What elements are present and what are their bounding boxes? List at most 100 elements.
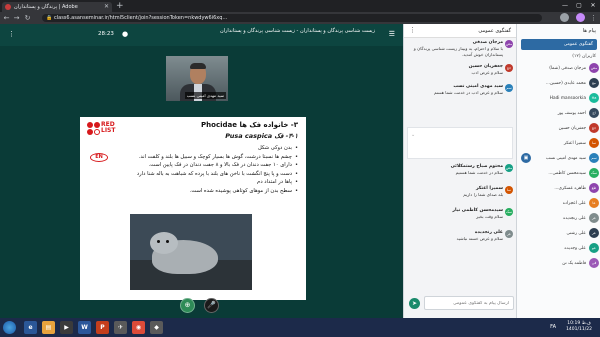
system-clock[interactable]: 10:19 ق.ظ 1401/11/22 [566, 321, 592, 333]
public-chat-button[interactable]: گفتگوی عمومی [521, 39, 597, 50]
send-message-button[interactable]: ➤ [409, 298, 420, 309]
browser-menu-icon[interactable]: ⋮ [589, 13, 598, 23]
user-name: طاهره عسکری... [554, 186, 586, 191]
browser-tab[interactable]: پرندگان و پستانداران | Adobe ✕ [2, 2, 112, 12]
powerpoint-icon[interactable]: P [96, 321, 109, 334]
presentation-slide: RED LIST EN ۳- خانواده فک ها Phocidae ۳-… [80, 117, 306, 300]
reload-icon[interactable]: ↻ [23, 13, 32, 23]
message-author: محتوم صباح رستمکلائی [450, 164, 503, 169]
user-name: Hadi mansoorkia [549, 96, 586, 101]
meeting-timer: 28:23 [98, 31, 114, 37]
site-favicon-icon [5, 4, 11, 10]
presenter-name: سید مهدی امینی نسب [184, 92, 226, 99]
slide-bullet: بدن دوکی شکل [126, 144, 298, 153]
user-list-item[interactable]: فی فاطمه یک تن [521, 257, 599, 271]
message-author: سمیرا اعتکر [475, 186, 503, 191]
message-author: سید مهدی امینی نسب [453, 84, 503, 89]
extension-icon[interactable] [560, 13, 569, 22]
user-name: علی رشتی [566, 231, 587, 236]
message-text: سلام در خدمت شما هستیم [455, 170, 503, 175]
presenter-icon: ▣ [521, 153, 531, 163]
slide-subheading: ۳-۱- فک Pusa caspica [225, 132, 298, 140]
address-bar: ← → ↻ 🔒 class6.asanseminar.ir/html5clien… [0, 12, 600, 24]
users-panel: پیام ها گفتگوی عمومی کاربران (۱۲) مص مرج… [516, 24, 600, 318]
profile-avatar[interactable] [576, 13, 585, 22]
microphone-button[interactable]: 🎤 [204, 298, 219, 313]
presenter-webcam: سید مهدی امینی نسب [166, 56, 228, 101]
chat-message-input[interactable] [424, 296, 514, 310]
meeting-top-bar: ⋮ ● 28:23 زیست شناسی پرندگان و پستاندارا… [0, 24, 403, 46]
chat-attachment-box: ⌄ [407, 127, 513, 159]
user-list-item[interactable]: سم سید مهدی امینی نسب ▣ [521, 152, 599, 166]
options-menu-icon[interactable]: ⋮ [8, 30, 15, 38]
avatar: سک [589, 168, 599, 178]
user-list-item[interactable]: مص مرجان صدقی (شما) [521, 62, 599, 76]
user-name: مرجان صدقی (شما) [549, 66, 586, 71]
avatar: فی [589, 258, 599, 268]
language-indicator[interactable]: FA [550, 324, 556, 330]
scroll-indicator-icon: ⌄ [411, 132, 416, 138]
media-player-icon[interactable]: ▶ [60, 321, 73, 334]
avatar: عو [589, 243, 599, 253]
user-list-item[interactable]: عا علی اعجزاده [521, 197, 599, 211]
user-list-item[interactable]: عر علی رنجدیده [521, 212, 599, 226]
user-list-item[interactable]: عو علی وجدیده [521, 242, 599, 256]
slide-bullet: پاها در امتداد دم [126, 178, 298, 187]
slide-bullet: سطح بدن از موهای کوتاهی پوشیده شده است. [126, 187, 298, 196]
internet-explorer-icon[interactable]: e [24, 321, 37, 334]
users-count: کاربران (۱۲) [572, 54, 596, 59]
slide-bullet: دارای ۱۰ جفت دندان در فک بالا و ۸ جفت دن… [126, 161, 298, 170]
users-toggle-icon[interactable]: ☰ [389, 30, 395, 38]
chrome-icon[interactable]: ◉ [132, 321, 145, 334]
avatar: Ha [589, 93, 599, 103]
back-icon[interactable]: ← [2, 13, 11, 23]
message-author: مرجان صدقی [472, 40, 503, 45]
user-list-item[interactable]: جح جعفریان حسین [521, 122, 599, 136]
user-list-item[interactable]: Ha Hadi mansoorkia [521, 92, 599, 106]
user-list-item[interactable]: طع طاهره عسکری... [521, 182, 599, 196]
user-name: سمیرا اعتکر [563, 141, 586, 146]
avatar: مص [589, 63, 599, 73]
url-field[interactable]: 🔒 class6.asanseminar.ir/html5client/join… [42, 14, 542, 22]
user-name: جعفریان حسین [558, 126, 586, 131]
forward-icon[interactable]: → [12, 13, 21, 23]
user-name: علی رنجدیده [563, 216, 586, 221]
message-text: سلام وقت بخیر [476, 214, 503, 219]
meeting-title: زیست شناسی پرندگان و پستانداران - زیست ش… [219, 28, 375, 34]
user-list-item[interactable]: سا سمیرا اعتکر [521, 137, 599, 151]
user-list-item[interactable]: سک سیدمحسن کاظمی... [521, 167, 599, 181]
avatar: عر [589, 228, 599, 238]
start-button[interactable] [3, 321, 16, 334]
file-explorer-icon[interactable]: ▤ [42, 321, 55, 334]
share-screen-button[interactable]: ⊕ [180, 298, 195, 313]
public-chat-label: گفتگوی عمومی [563, 42, 593, 47]
message-author: علی رنجدیده [474, 230, 503, 235]
avatar: مص [505, 164, 513, 172]
windows-taskbar: e ▤ ▶ W P ✈ ◉ ◆ FA 10:19 ق.ظ 1401/11/22 [0, 318, 600, 337]
avatar: سک [505, 208, 513, 216]
new-tab-button[interactable]: + [116, 1, 124, 11]
avatar: مع [589, 78, 599, 88]
maximize-icon[interactable]: ▢ [572, 0, 586, 12]
slide-heading: ۳- خانواده فک ها Phocidae [201, 121, 298, 129]
user-list-item[interactable]: عر علی رشتی [521, 227, 599, 241]
close-tab-icon[interactable]: ✕ [104, 2, 109, 12]
message-text: سلام و عرض ادب [471, 70, 503, 75]
avatar: سا [505, 186, 513, 194]
user-list-item[interactable]: اح احمد یوسف پور [521, 107, 599, 121]
avatar: جح [589, 123, 599, 133]
chat-options-icon[interactable]: ⋮ [409, 26, 416, 34]
red-list-logo: RED LIST [87, 122, 121, 150]
record-icon[interactable]: ● [122, 30, 128, 38]
user-name: فاطمه یک تن [562, 261, 586, 266]
telegram-icon[interactable]: ✈ [114, 321, 127, 334]
meeting-controls: ⊕ 🎤 [0, 294, 403, 318]
close-window-icon[interactable]: ✕ [586, 0, 600, 12]
app-icon[interactable]: ◆ [150, 321, 163, 334]
word-icon[interactable]: W [78, 321, 91, 334]
avatar: جح [505, 64, 513, 72]
minimize-icon[interactable]: — [558, 0, 572, 12]
user-list-item[interactable]: مع محمد عابدی (حسین... [521, 77, 599, 91]
tab-title: پرندگان و پستانداران | Adobe [14, 4, 78, 10]
user-name: محمد عابدی (حسین... [545, 81, 586, 86]
